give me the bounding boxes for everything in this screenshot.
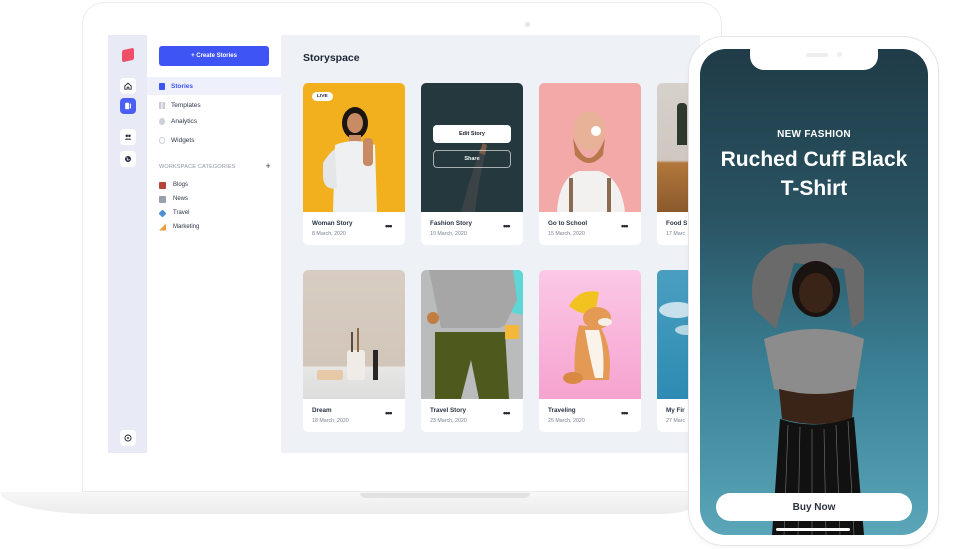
nav-item-stories[interactable]: Stories — [147, 77, 281, 95]
card-title: Dream — [312, 407, 332, 414]
story-title: Ruched Cuff Black T-Shirt — [720, 148, 908, 200]
nav-item-label: Templates — [171, 101, 201, 109]
section-title: WORKSPACE CATEGORIES — [159, 164, 236, 170]
logo-icon[interactable] — [122, 47, 134, 63]
laptop-camera — [525, 22, 530, 27]
bookmark-icon — [159, 82, 165, 90]
phone-story-preview: NEW FASHION Ruched Cuff Black T-Shirt Bu… — [700, 49, 928, 535]
nav-panel: + Create Stories Stories Templates Analy… — [147, 35, 281, 453]
card-title: Food S — [666, 220, 688, 227]
card-date: 15 March, 2020 — [548, 231, 585, 237]
story-card[interactable]: LIVE Woman Story 8 March, 2020 ••• — [303, 83, 405, 245]
story-thumbnail — [539, 83, 641, 212]
card-date: 18 March, 2020 — [312, 418, 349, 424]
story-kicker: NEW FASHION — [777, 129, 851, 140]
card-title: Go to School — [548, 220, 588, 227]
widget-icon — [159, 136, 165, 144]
card-title: Travel Story — [430, 407, 467, 414]
more-options-icon[interactable]: ••• — [385, 222, 393, 231]
card-date: 25 March, 2020 — [548, 418, 585, 424]
card-date: 8 March, 2020 — [312, 231, 346, 237]
share-button[interactable]: Share — [433, 150, 511, 168]
story-thumbnail — [421, 83, 523, 212]
story-thumbnail — [421, 270, 523, 399]
speaker-icon — [806, 53, 828, 57]
icon-rail — [108, 35, 147, 453]
nav-item-analytics[interactable]: Analytics — [147, 112, 281, 130]
model-photo — [752, 243, 864, 535]
blogs-icon — [159, 181, 166, 189]
card-date: 23 March, 2020 — [430, 418, 467, 424]
grid-icon — [159, 101, 165, 109]
front-camera-icon — [837, 52, 842, 57]
phone-notch — [750, 49, 878, 70]
story-thumbnail — [539, 270, 641, 399]
live-badge: LIVE — [312, 92, 333, 101]
edit-story-button[interactable]: Edit Story — [433, 125, 511, 143]
buy-now-button[interactable]: Buy Now — [716, 493, 912, 521]
category-label: News — [173, 196, 189, 202]
party-icon — [159, 223, 166, 231]
card-date: 17 Marc — [666, 231, 686, 237]
card-title: Fashion Story — [430, 220, 472, 227]
help-icon[interactable] — [120, 430, 136, 446]
users-icon[interactable] — [120, 129, 136, 145]
category-label: Travel — [173, 210, 190, 216]
story-thumbnail — [303, 83, 405, 212]
category-label: Marketing — [173, 224, 200, 230]
news-icon — [159, 195, 166, 203]
more-options-icon[interactable]: ••• — [503, 222, 511, 231]
nav-item-label: Stories — [171, 82, 194, 90]
page-title: Storyspace — [303, 52, 360, 64]
story-card[interactable]: Travel Story 23 March, 2020 ••• — [421, 270, 523, 432]
workspace-categories-header: WORKSPACE CATEGORIES + — [159, 162, 271, 171]
story-card[interactable]: Dream 18 March, 2020 ••• — [303, 270, 405, 432]
create-stories-button[interactable]: + Create Stories — [159, 46, 269, 66]
card-date: 10 March, 2020 — [430, 231, 467, 237]
category-news[interactable]: News — [159, 193, 188, 205]
globe-icon[interactable] — [120, 151, 136, 167]
phone-frame: NEW FASHION Ruched Cuff Black T-Shirt Bu… — [688, 36, 939, 546]
more-options-icon[interactable]: ••• — [503, 409, 511, 418]
card-title: Woman Story — [312, 220, 353, 227]
nav-item-widgets[interactable]: Widgets — [147, 131, 281, 149]
card-title: Traveling — [548, 407, 576, 414]
laptop-notch — [360, 493, 530, 498]
laptop-base — [0, 492, 700, 514]
story-thumbnail — [303, 270, 405, 399]
story-card[interactable]: Go to School 15 March, 2020 ••• — [539, 83, 641, 245]
category-label: Blogs — [173, 182, 189, 188]
airplane-icon — [158, 209, 167, 217]
home-icon[interactable] — [120, 78, 136, 94]
add-category-button[interactable]: + — [266, 162, 271, 171]
story-card[interactable]: Traveling 25 March, 2020 ••• — [539, 270, 641, 432]
story-card[interactable]: Edit Story Share Fashion Story 10 March,… — [421, 83, 523, 245]
pie-chart-icon — [159, 117, 165, 125]
home-indicator — [776, 528, 850, 531]
more-options-icon[interactable]: ••• — [621, 222, 629, 231]
more-options-icon[interactable]: ••• — [621, 409, 629, 418]
stories-icon[interactable] — [120, 98, 136, 114]
nav-item-label: Widgets — [171, 136, 195, 144]
category-travel[interactable]: Travel — [158, 207, 190, 219]
category-marketing[interactable]: Marketing — [159, 221, 199, 233]
category-blogs[interactable]: Blogs — [159, 179, 188, 191]
more-options-icon[interactable]: ••• — [385, 409, 393, 418]
card-date: 27 Marc — [666, 418, 686, 424]
app-screen: + Create Stories Stories Templates Analy… — [108, 35, 700, 453]
nav-item-label: Analytics — [171, 117, 198, 125]
card-title: My Fir — [666, 407, 685, 414]
